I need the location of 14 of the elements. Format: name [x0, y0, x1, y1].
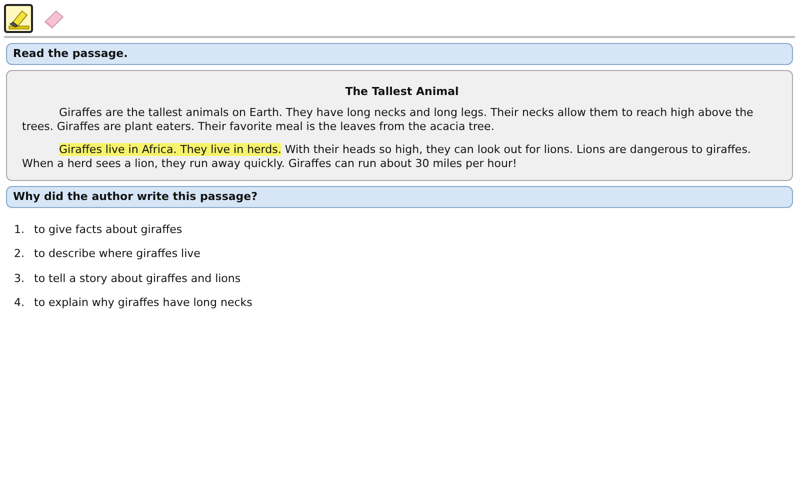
passage-paragraph: Giraffes live in Africa. They live in herds. With their heads so high, they can look out for lions. Lions are dangerous to giraffes. When a herd sees a lion, they run away quickly. Giraffes can run about 30 miles per hour! — [22, 143, 752, 171]
option-number: 3. — [14, 272, 26, 285]
instruction-header: Read the passage. — [6, 43, 793, 65]
question-header: Why did the author write this passage? — [6, 186, 793, 208]
answer-option[interactable]: to describe where giraffes live — [34, 247, 200, 260]
answer-option[interactable]: to give facts about giraffes — [34, 222, 182, 236]
answer-option[interactable]: to explain why giraffes have long necks — [34, 296, 252, 310]
option-number: 1. — [14, 222, 26, 236]
highlighter-tool[interactable] — [4, 4, 33, 33]
passage-title: The Tallest Animal — [344, 85, 460, 98]
answer-option[interactable]: to tell a story about giraffes and lions — [34, 272, 241, 285]
passage-paragraph: Giraffes are the tallest animals on Earth. They have long necks and long legs. Their necks allow them to reach high above the trees. Giraffes are plant eaters. Their favorite meal is the leaves from the acacia tree. — [22, 106, 754, 134]
option-number: 2. — [14, 247, 26, 260]
option-number: 4. — [14, 296, 26, 310]
